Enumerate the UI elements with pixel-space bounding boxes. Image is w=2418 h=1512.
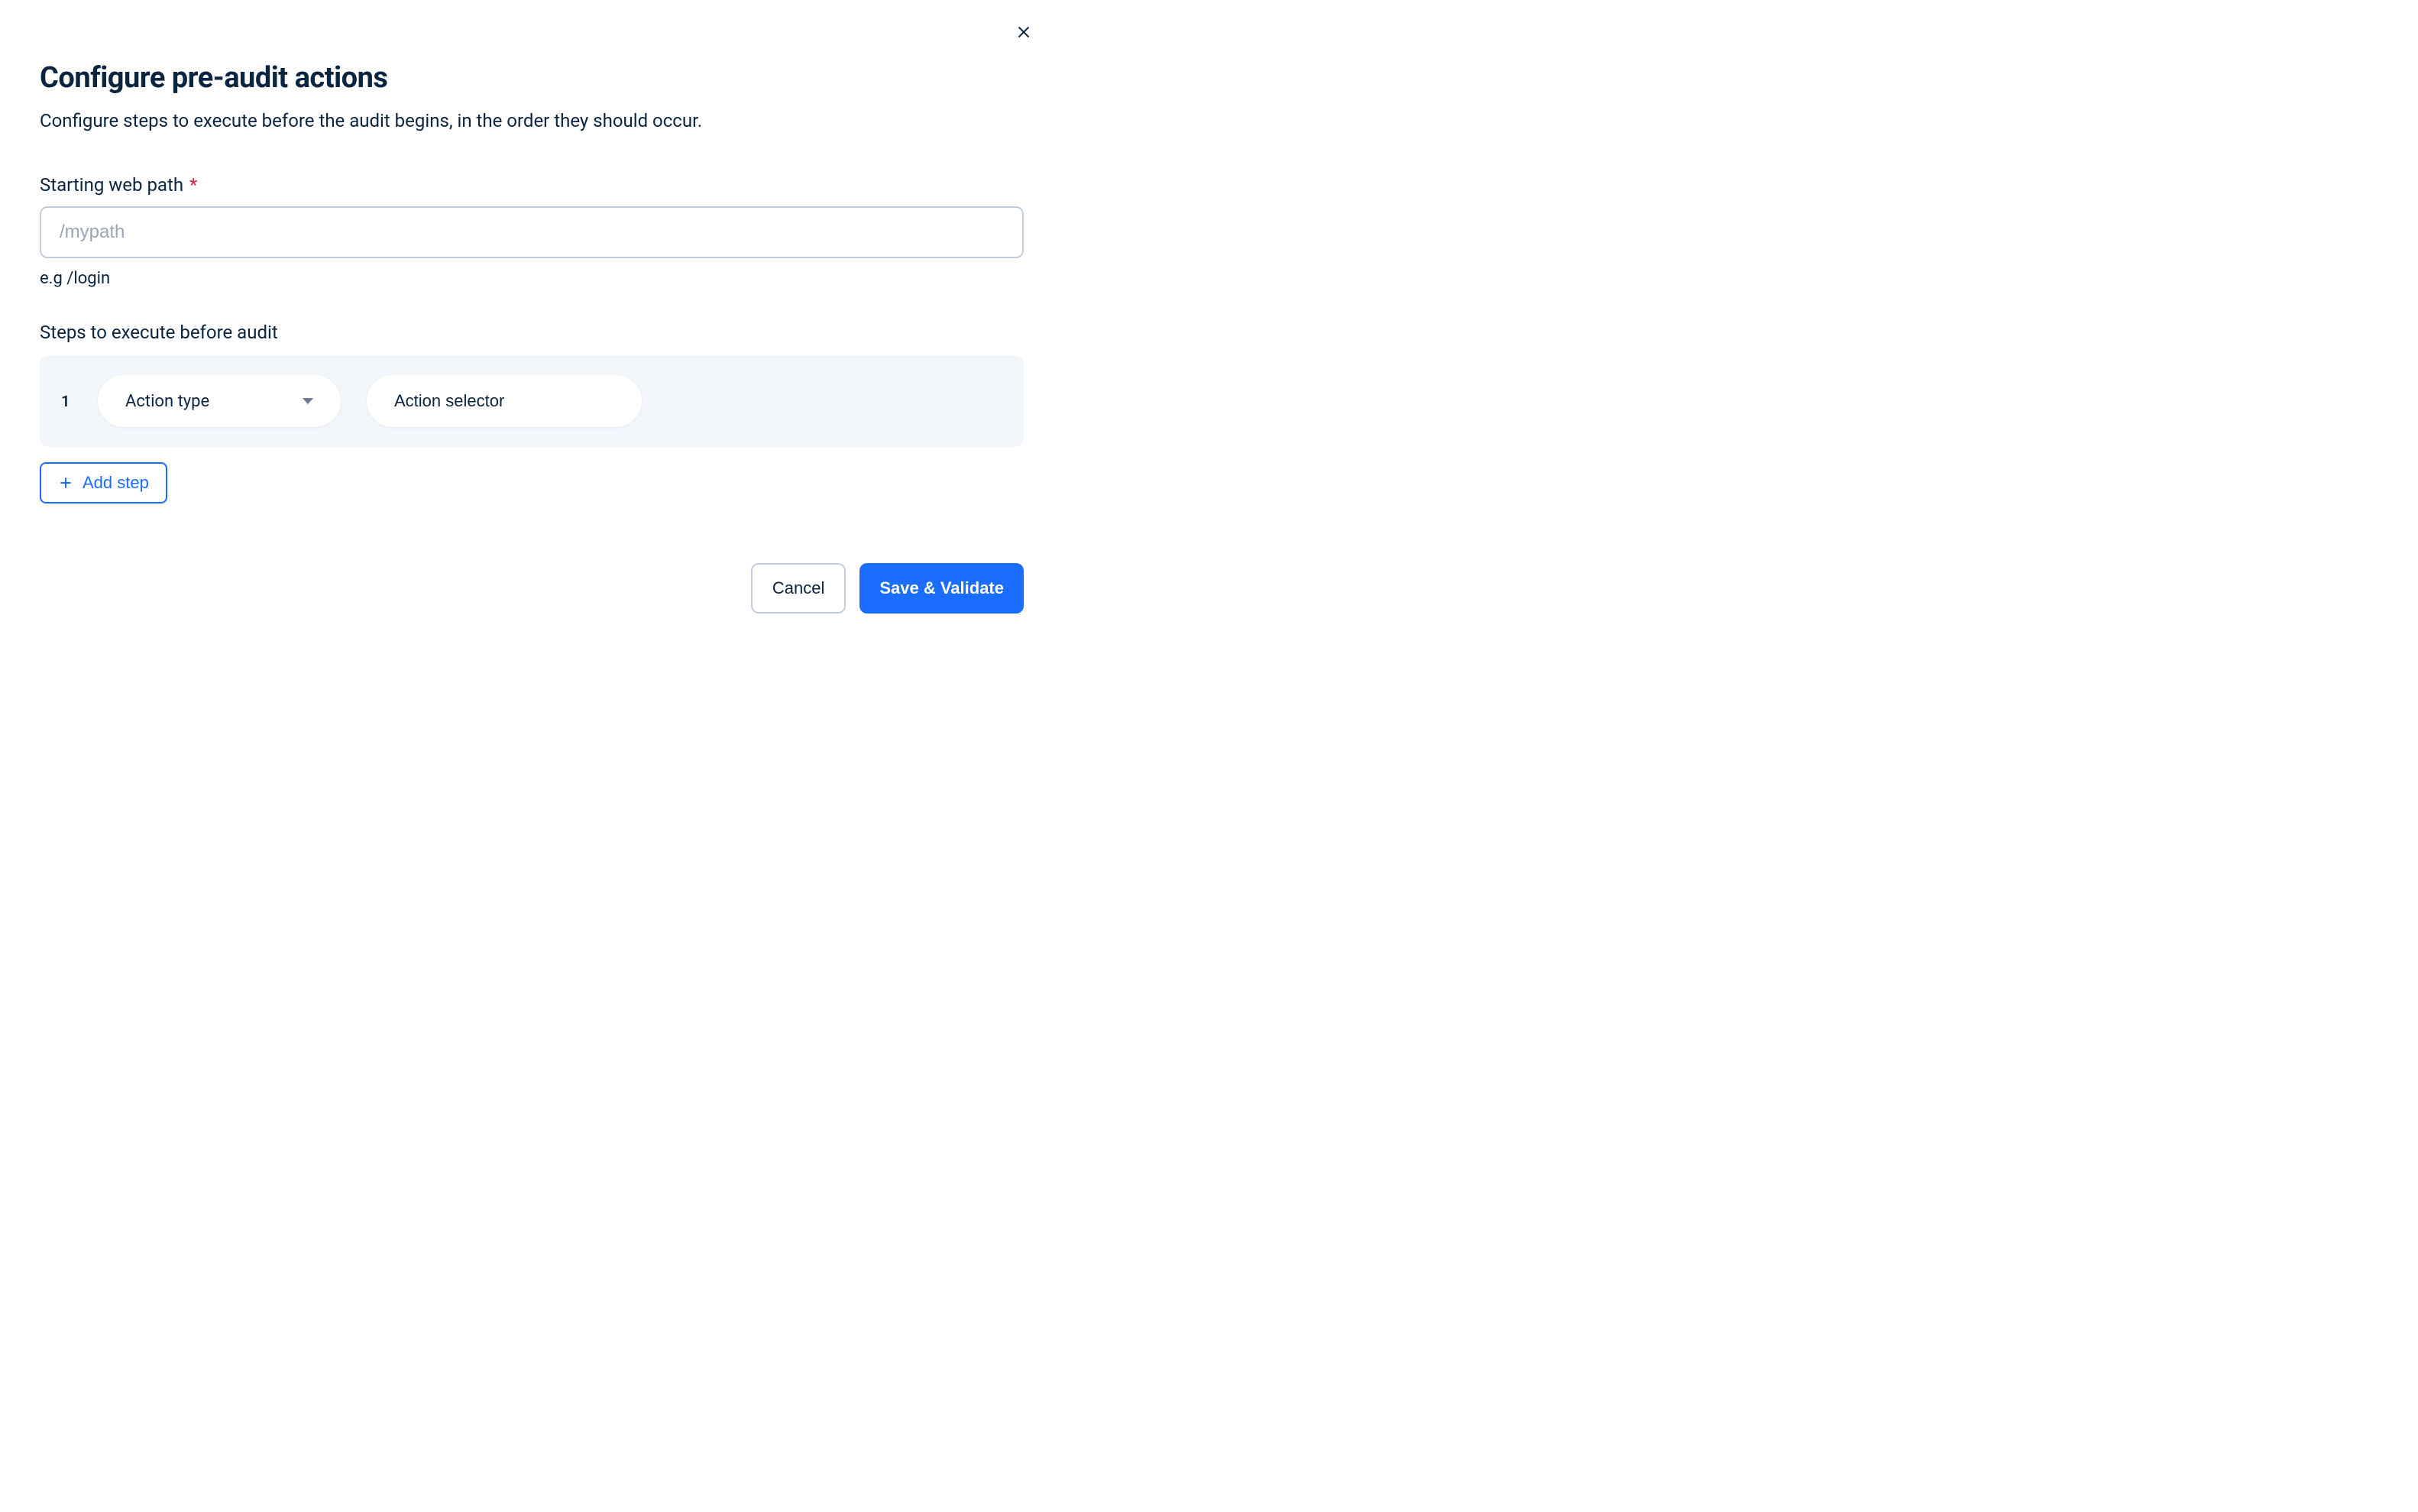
action-selector-input[interactable] [367, 375, 642, 427]
action-type-placeholder: Action type [125, 392, 209, 411]
starting-path-label: Starting web path * [40, 174, 1024, 196]
dialog-subtitle: Configure steps to execute before the au… [40, 110, 1024, 131]
close-icon [1015, 24, 1032, 40]
required-asterisk: * [189, 174, 197, 196]
starting-path-helper: e.g /login [40, 269, 1024, 288]
chevron-down-icon [303, 398, 313, 404]
dialog-title: Configure pre-audit actions [40, 61, 1024, 95]
action-type-select[interactable]: Action type [98, 375, 341, 427]
cancel-button[interactable]: Cancel [751, 563, 846, 614]
step-number: 1 [61, 392, 72, 410]
starting-path-label-text: Starting web path [40, 174, 183, 196]
step-row: 1 Action type [40, 355, 1024, 447]
add-step-button[interactable]: Add step [40, 462, 167, 503]
save-button[interactable]: Save & Validate [859, 563, 1024, 614]
add-step-label: Add step [83, 473, 149, 493]
close-button[interactable] [1013, 21, 1034, 43]
starting-path-input[interactable] [40, 206, 1024, 258]
footer-actions: Cancel Save & Validate [40, 563, 1024, 614]
steps-section-label: Steps to execute before audit [40, 322, 1024, 343]
plus-icon [58, 475, 73, 491]
